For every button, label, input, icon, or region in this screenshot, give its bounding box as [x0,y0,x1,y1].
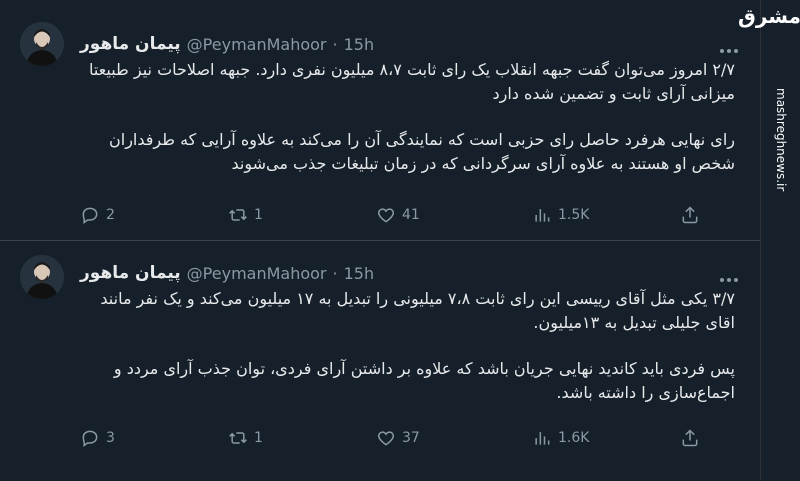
views-count: 1.6K [558,430,590,446]
separator-dot: · [332,263,338,283]
tweet-header: پیمان ماهور @PeymanMahoor · 15h [80,261,374,285]
timeline: پیمان ماهور @PeymanMahoor · 15h ۲/۷ امرو… [0,0,760,480]
share-button[interactable] [680,204,700,226]
author-name[interactable]: پیمان ماهور [80,263,181,283]
heart-icon [377,208,395,223]
more-options-icon[interactable] [718,267,742,282]
retweet-count: 1 [254,430,263,446]
reply-button[interactable]: 3 [80,427,115,449]
views-count: 1.5K [558,207,590,223]
action-bar: 3 1 37 1.6K [80,427,720,451]
tweet-paragraph: رای نهایی هرفرد حاصل رای حزبی است که نما… [109,130,735,173]
tweet-header: پیمان ماهور @PeymanMahoor · 15h [80,32,374,56]
avatar[interactable] [20,22,64,66]
author-handle[interactable]: @PeymanMahoor [187,264,327,283]
tweet-paragraph: پس فردی باید کاندید نهایی جریان باشد که … [113,359,735,402]
watermark-url: mashreghnews.ir [774,88,788,192]
reply-button[interactable]: 2 [80,204,115,226]
like-button[interactable]: 41 [376,204,420,226]
retweet-button[interactable]: 1 [228,204,263,226]
share-icon [682,206,698,224]
share-button[interactable] [680,427,700,449]
watermark: مشرق mashreghnews.ir [737,0,800,480]
tweet-paragraph: ۲/۷ امروز می‌توان گفت جبهه انقلاب یک رای… [88,60,735,103]
views-chart-icon [535,209,550,222]
retweet-icon [229,432,247,444]
avatar[interactable] [20,255,64,299]
retweet-icon [229,209,247,221]
like-count: 37 [402,430,420,446]
author-handle[interactable]: @PeymanMahoor [187,35,327,54]
views-button[interactable]: 1.5K [532,204,589,226]
author-name[interactable]: پیمان ماهور [80,34,181,54]
reply-count: 2 [106,207,115,223]
reply-icon [82,207,98,224]
tweet-text: ۳/۷ یکی مثل آقای رییسی این رای ثابت ۷،۸ … [80,287,735,405]
like-button[interactable]: 37 [376,427,420,449]
retweet-button[interactable]: 1 [228,427,263,449]
reply-icon [82,430,98,447]
timestamp[interactable]: 15h [344,264,375,283]
more-options-icon[interactable] [718,38,742,53]
timestamp[interactable]: 15h [344,35,375,54]
like-count: 41 [402,207,420,223]
reply-count: 3 [106,430,115,446]
tweet[interactable]: پیمان ماهور @PeymanMahoor · 15h ۳/۷ یکی … [0,240,760,481]
tweet[interactable]: پیمان ماهور @PeymanMahoor · 15h ۲/۷ امرو… [0,0,760,240]
separator-dot: · [332,34,338,54]
heart-icon [377,431,395,446]
views-button[interactable]: 1.6K [532,427,589,449]
action-bar: 2 1 41 1.5K [80,204,720,228]
retweet-count: 1 [254,207,263,223]
watermark-logo: مشرق [737,4,800,28]
share-icon [682,429,698,447]
views-chart-icon [535,432,550,445]
tweet-text: ۲/۷ امروز می‌توان گفت جبهه انقلاب یک رای… [80,58,735,176]
tweet-paragraph: ۳/۷ یکی مثل آقای رییسی این رای ثابت ۷،۸ … [100,289,735,332]
